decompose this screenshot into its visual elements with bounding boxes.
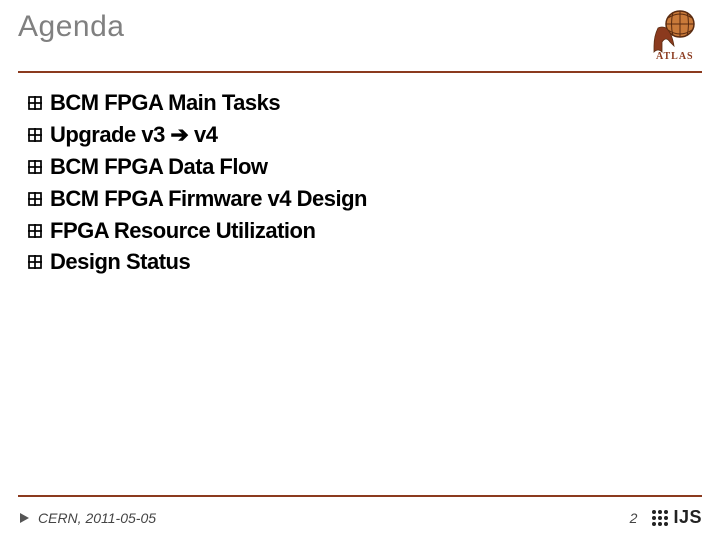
- list-item-label: Design Status: [50, 246, 190, 278]
- list-item: FPGA Resource Utilization: [28, 215, 692, 247]
- slide-header: Agenda ATLAS: [0, 0, 720, 65]
- list-item: BCM FPGA Main Tasks: [28, 87, 692, 119]
- slide-footer: CERN, 2011-05-05 2 IJS: [0, 495, 720, 540]
- footer-location-date: CERN, 2011-05-05: [38, 510, 156, 526]
- list-item: Upgrade v3 ➔ v4: [28, 119, 692, 151]
- list-item: BCM FPGA Data Flow: [28, 151, 692, 183]
- atlas-logo-icon: ATLAS: [640, 10, 702, 65]
- list-item-label: BCM FPGA Data Flow: [50, 151, 268, 183]
- bullet-icon: [28, 160, 42, 174]
- bullet-icon: [28, 128, 42, 142]
- bullet-icon: [28, 255, 42, 269]
- page-number: 2: [630, 510, 638, 526]
- ijs-logo-text: IJS: [673, 507, 702, 528]
- list-item-label: BCM FPGA Main Tasks: [50, 87, 280, 119]
- list-item-label: Upgrade v3 ➔ v4: [50, 119, 217, 151]
- bullet-icon: [28, 192, 42, 206]
- play-icon: [18, 512, 30, 524]
- list-item: Design Status: [28, 246, 692, 278]
- list-item-label: BCM FPGA Firmware v4 Design: [50, 183, 367, 215]
- agenda-list: BCM FPGA Main Tasks Upgrade v3 ➔ v4 BCM …: [0, 73, 720, 278]
- footer-divider: [18, 495, 702, 497]
- bullet-icon: [28, 96, 42, 110]
- slide-title: Agenda: [18, 10, 124, 44]
- ijs-logo-icon: IJS: [651, 507, 702, 528]
- svg-text:ATLAS: ATLAS: [656, 51, 694, 60]
- list-item-label: FPGA Resource Utilization: [50, 215, 315, 247]
- bullet-icon: [28, 224, 42, 238]
- list-item: BCM FPGA Firmware v4 Design: [28, 183, 692, 215]
